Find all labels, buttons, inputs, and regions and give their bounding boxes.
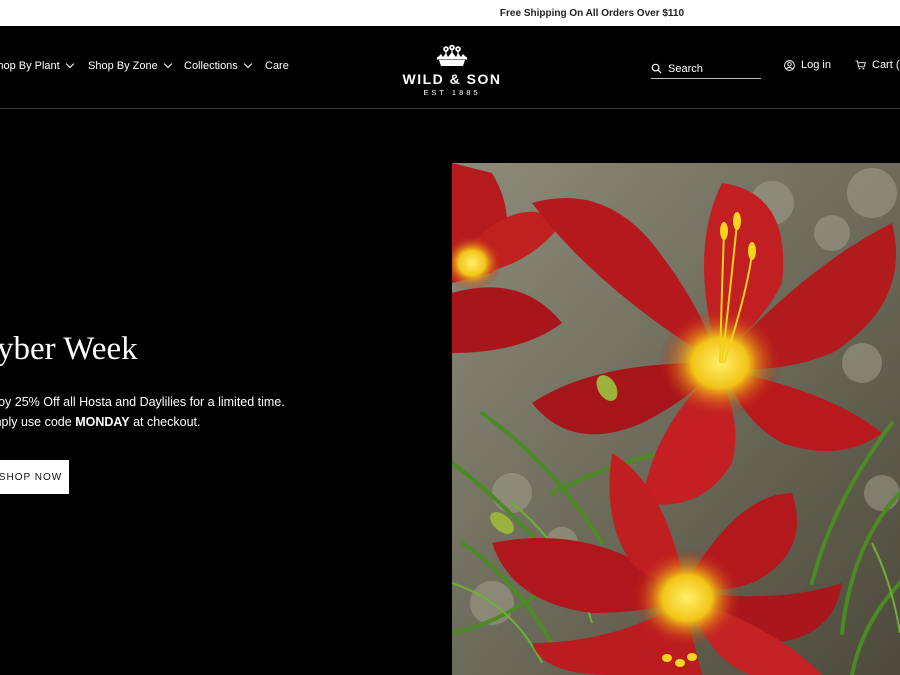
- hero-title: Cyber Week: [0, 331, 138, 367]
- nav-label: Collections: [184, 60, 238, 72]
- search-icon: [651, 63, 662, 74]
- nav-label: Care: [265, 60, 289, 72]
- flower-pot-icon: [437, 44, 467, 66]
- logo-est: EST 1885: [423, 88, 481, 97]
- login-label: Log in: [801, 59, 831, 71]
- search-input[interactable]: Search: [651, 59, 761, 79]
- site-header: Shop By Plant Shop By Zone Collections C…: [0, 26, 900, 109]
- hero-text: Enjoy 25% Off all Hosta and Daylilies fo…: [0, 392, 320, 432]
- daylily-photo: [452, 163, 900, 675]
- cart-link[interactable]: Cart (0): [855, 59, 900, 71]
- site-logo[interactable]: WILD & SON EST 1885: [397, 44, 507, 97]
- logo-name: WILD & SON: [402, 71, 502, 87]
- nav-collections[interactable]: Collections: [184, 59, 253, 72]
- promo-code: MONDAY: [75, 415, 130, 429]
- shop-now-button[interactable]: SHOP NOW: [0, 460, 69, 494]
- announcement-bar: Free Shipping On All Orders Over $110: [0, 0, 900, 26]
- user-icon: [784, 59, 795, 71]
- chevron-down-icon: [243, 59, 253, 69]
- nav-shop-by-zone[interactable]: Shop By Zone: [88, 59, 172, 72]
- chevron-down-icon: [163, 59, 172, 69]
- search-label: Search: [668, 62, 703, 75]
- nav-label: Shop By Zone: [88, 60, 158, 72]
- cart-icon: [855, 60, 866, 70]
- nav-label: Shop By Plant: [0, 60, 60, 72]
- hero-image: [452, 163, 900, 675]
- nav-shop-by-plant[interactable]: Shop By Plant: [0, 59, 74, 72]
- chevron-down-icon: [65, 59, 74, 69]
- cart-label: Cart (0): [872, 59, 900, 71]
- announcement-text: Free Shipping On All Orders Over $110: [499, 7, 685, 19]
- login-link[interactable]: Log in: [784, 59, 831, 71]
- nav-care[interactable]: Care: [265, 60, 289, 72]
- hero-text-after: at checkout.: [129, 415, 201, 429]
